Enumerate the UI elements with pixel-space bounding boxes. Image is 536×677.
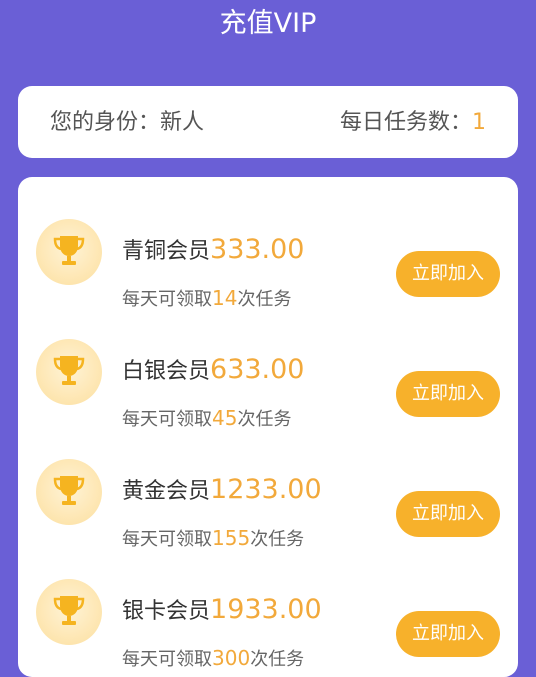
trophy-icon <box>36 459 102 525</box>
trophy-icon <box>36 579 102 645</box>
plan-price: 333.00 <box>210 234 305 265</box>
page-title: 充值VIP <box>219 8 317 39</box>
plan-name: 白银会员633.00 <box>122 354 305 385</box>
plan-name: 黄金会员1233.00 <box>122 474 322 505</box>
identity-info: 您的身份：新人 <box>50 108 204 138</box>
daily-task-info: 每日任务数：1 <box>340 108 486 138</box>
plan-description: 每天可领取155次任务 <box>122 526 305 550</box>
plans-card: 青铜会员333.00 每天可领取14次任务 立即加入 白银会员633.00 每天… <box>18 177 518 677</box>
join-button[interactable]: 立即加入 <box>396 371 500 417</box>
plan-task-count: 155 <box>212 526 251 550</box>
plan-price: 1233.00 <box>210 474 322 505</box>
plan-description: 每天可领取45次任务 <box>122 406 292 430</box>
join-button[interactable]: 立即加入 <box>396 491 500 537</box>
plan-item-bronze: 青铜会员333.00 每天可领取14次任务 立即加入 <box>18 207 518 310</box>
plan-price: 633.00 <box>210 354 305 385</box>
daily-task-value: 1 <box>472 110 486 135</box>
plan-item-gold: 黄金会员1233.00 每天可领取155次任务 立即加入 <box>18 447 518 550</box>
plan-price: 1933.00 <box>210 594 322 625</box>
trophy-icon <box>36 339 102 405</box>
plan-task-count: 45 <box>212 406 238 430</box>
join-button[interactable]: 立即加入 <box>396 611 500 657</box>
identity-value: 新人 <box>160 110 205 135</box>
plan-item-silver: 白银会员633.00 每天可领取45次任务 立即加入 <box>18 327 518 430</box>
plan-task-count: 14 <box>212 286 238 310</box>
plan-name: 青铜会员333.00 <box>122 234 305 265</box>
join-button[interactable]: 立即加入 <box>396 251 500 297</box>
plan-description: 每天可领取300次任务 <box>122 646 305 670</box>
identity-card: 您的身份：新人 每日任务数：1 <box>18 86 518 158</box>
plan-name: 银卡会员1933.00 <box>122 594 322 625</box>
identity-label: 您的身份： <box>50 110 161 135</box>
plan-description: 每天可领取14次任务 <box>122 286 292 310</box>
trophy-icon <box>36 219 102 285</box>
plan-item-silver-card: 银卡会员1933.00 每天可领取300次任务 立即加入 <box>18 567 518 670</box>
daily-task-label: 每日任务数： <box>339 110 472 135</box>
